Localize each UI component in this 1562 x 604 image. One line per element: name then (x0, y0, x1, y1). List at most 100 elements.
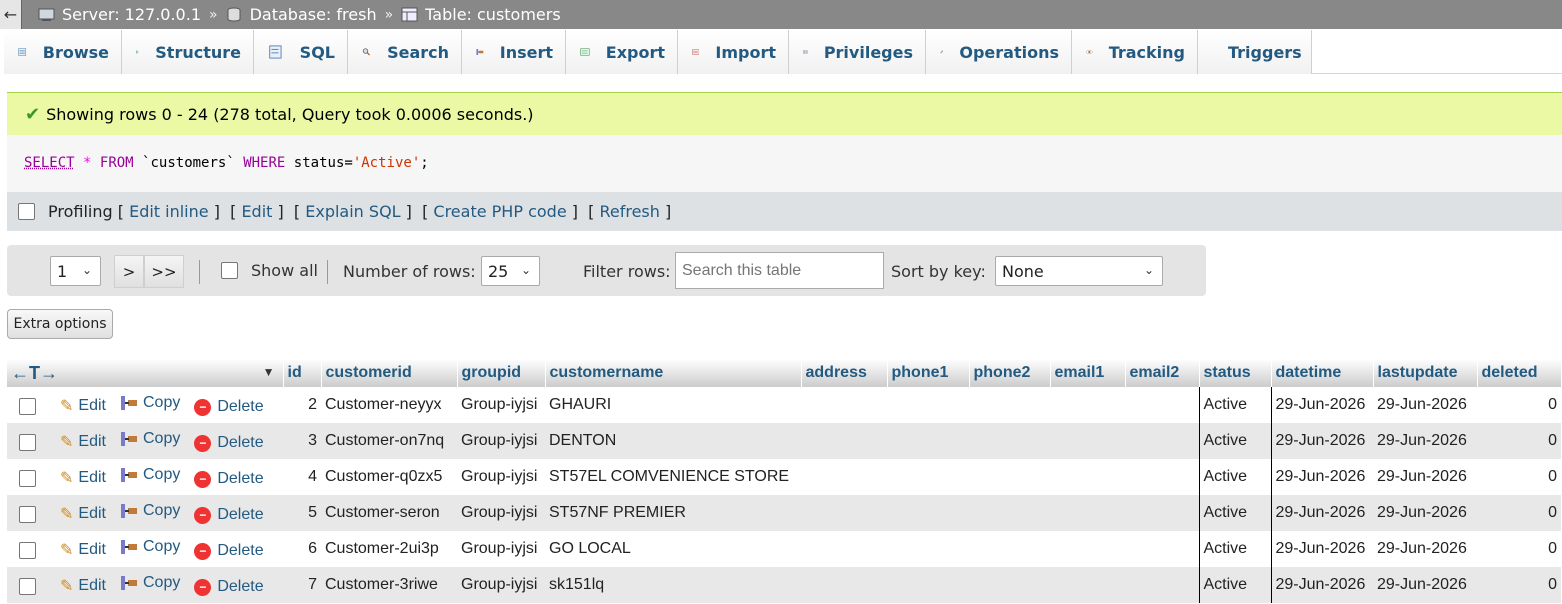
profiling-checkbox[interactable] (18, 203, 35, 220)
cell-phone2[interactable] (969, 459, 1050, 495)
cell-groupid[interactable]: Group-iyjsi (457, 531, 545, 567)
filter-rows-input[interactable] (675, 252, 884, 289)
cell-customerid[interactable]: Customer-neyyx (321, 387, 457, 423)
cell-customerid[interactable]: Customer-on7nq (321, 423, 457, 459)
cell-customerid[interactable]: Customer-3riwe (321, 567, 457, 603)
row-delete-link[interactable]: − Delete (194, 470, 264, 488)
column-header-email2[interactable]: email2 (1125, 359, 1200, 387)
cell-id[interactable]: 4 (283, 459, 321, 495)
cell-phone1[interactable] (887, 567, 969, 603)
cell-address[interactable] (801, 459, 887, 495)
row-select-checkbox[interactable] (19, 434, 36, 452)
cell-datetime[interactable]: 29-Jun-2026 (1270, 531, 1373, 567)
cell-id[interactable]: 3 (283, 423, 321, 459)
cell-status[interactable]: Active (1198, 567, 1271, 603)
cell-status[interactable]: Active (1198, 495, 1271, 531)
sort-by-key-select[interactable]: None ⌄ (995, 256, 1163, 286)
cell-customername[interactable]: ST57EL COMVENIENCE STORE (545, 459, 801, 495)
cell-phone2[interactable] (969, 423, 1050, 459)
cell-address[interactable] (801, 495, 887, 531)
tab-tracking[interactable]: Tracking (1072, 30, 1198, 74)
column-header-groupid[interactable]: groupid (457, 359, 546, 387)
cell-phone2[interactable] (969, 495, 1050, 531)
next-page-button[interactable]: > (114, 255, 144, 288)
rows-select[interactable]: 25 ⌄ (481, 256, 540, 286)
cell-email1[interactable] (1050, 531, 1125, 567)
column-header-customerid[interactable]: customerid (321, 359, 458, 387)
tab-export[interactable]: Export (566, 30, 678, 74)
cell-deleted[interactable]: 0 (1477, 459, 1561, 495)
cell-id[interactable]: 6 (283, 531, 321, 567)
cell-datetime[interactable]: 29-Jun-2026 (1270, 387, 1373, 423)
row-copy-link[interactable]: Copy (120, 502, 180, 520)
cell-customerid[interactable]: Customer-seron (321, 495, 457, 531)
row-delete-link[interactable]: − Delete (194, 506, 264, 524)
cell-address[interactable] (801, 387, 887, 423)
cell-email2[interactable] (1125, 567, 1199, 603)
show-all-checkbox[interactable] (221, 262, 238, 279)
cell-address[interactable] (801, 567, 887, 603)
cell-customerid[interactable]: Customer-2ui3p (321, 531, 457, 567)
cell-customername[interactable]: DENTON (545, 423, 801, 459)
create-php-code-link[interactable]: Create PHP code (433, 202, 566, 221)
last-page-button[interactable]: >> (144, 255, 184, 288)
column-header-status[interactable]: status (1199, 359, 1272, 387)
row-copy-link[interactable]: Copy (120, 394, 180, 412)
column-header-id[interactable]: id (283, 359, 322, 387)
cell-customerid[interactable]: Customer-q0zx5 (321, 459, 457, 495)
row-select-checkbox[interactable] (19, 470, 36, 488)
cell-status[interactable]: Active (1198, 531, 1271, 567)
cell-email2[interactable] (1125, 459, 1199, 495)
row-delete-link[interactable]: − Delete (194, 398, 264, 416)
sort-dropdown-icon[interactable]: ▼ (263, 365, 275, 379)
row-edit-link[interactable]: ✎ Edit (60, 540, 106, 560)
column-header-phone1[interactable]: phone1 (887, 359, 970, 387)
row-select-checkbox[interactable] (19, 542, 36, 560)
breadcrumb-server[interactable]: Server: 127.0.0.1 (38, 5, 201, 24)
cell-id[interactable]: 2 (283, 387, 321, 423)
cell-deleted[interactable]: 0 (1477, 495, 1561, 531)
column-header-lastupdate[interactable]: lastupdate (1373, 359, 1478, 387)
cell-customername[interactable]: GO LOCAL (545, 531, 801, 567)
row-delete-link[interactable]: − Delete (194, 434, 264, 452)
back-arrow-icon[interactable]: ← (0, 0, 22, 29)
row-copy-link[interactable]: Copy (120, 538, 180, 556)
cell-email2[interactable] (1125, 495, 1199, 531)
cell-lastupdate[interactable]: 29-Jun-2026 (1373, 387, 1477, 423)
explain-sql-link[interactable]: Explain SQL (305, 202, 400, 221)
row-select-checkbox[interactable] (19, 506, 36, 524)
cell-customername[interactable]: ST57NF PREMIER (545, 495, 801, 531)
cell-deleted[interactable]: 0 (1477, 567, 1561, 603)
edit-link[interactable]: Edit (241, 202, 272, 221)
column-arrows-icon[interactable]: ←T→ (11, 363, 58, 383)
cell-groupid[interactable]: Group-iyjsi (457, 387, 545, 423)
row-delete-link[interactable]: − Delete (194, 542, 264, 560)
row-select-checkbox[interactable] (19, 398, 36, 416)
extra-options-button[interactable]: Extra options (7, 309, 113, 339)
tab-sql[interactable]: SQL (254, 30, 348, 74)
cell-customername[interactable]: sk151lq (545, 567, 801, 603)
cell-email1[interactable] (1050, 495, 1125, 531)
row-delete-link[interactable]: − Delete (194, 578, 264, 596)
cell-datetime[interactable]: 29-Jun-2026 (1270, 567, 1373, 603)
refresh-link[interactable]: Refresh (599, 202, 659, 221)
tab-triggers[interactable]: Triggers (1198, 30, 1312, 74)
tab-import[interactable]: Import (678, 30, 789, 74)
column-header-datetime[interactable]: datetime (1271, 359, 1374, 387)
cell-phone1[interactable] (887, 459, 969, 495)
tab-insert[interactable]: Insert (462, 30, 566, 74)
cell-email1[interactable] (1050, 459, 1125, 495)
cell-phone2[interactable] (969, 387, 1050, 423)
cell-email1[interactable] (1050, 423, 1125, 459)
cell-id[interactable]: 5 (283, 495, 321, 531)
cell-phone1[interactable] (887, 423, 969, 459)
cell-lastupdate[interactable]: 29-Jun-2026 (1373, 423, 1477, 459)
cell-customername[interactable]: GHAURI (545, 387, 801, 423)
row-copy-link[interactable]: Copy (120, 574, 180, 592)
row-select-checkbox[interactable] (19, 578, 36, 596)
tab-operations[interactable]: Operations (926, 30, 1072, 74)
cell-lastupdate[interactable]: 29-Jun-2026 (1373, 531, 1477, 567)
cell-datetime[interactable]: 29-Jun-2026 (1270, 495, 1373, 531)
breadcrumb-database[interactable]: Database: fresh (226, 5, 377, 24)
page-select[interactable]: 1 ⌄ (50, 256, 101, 286)
